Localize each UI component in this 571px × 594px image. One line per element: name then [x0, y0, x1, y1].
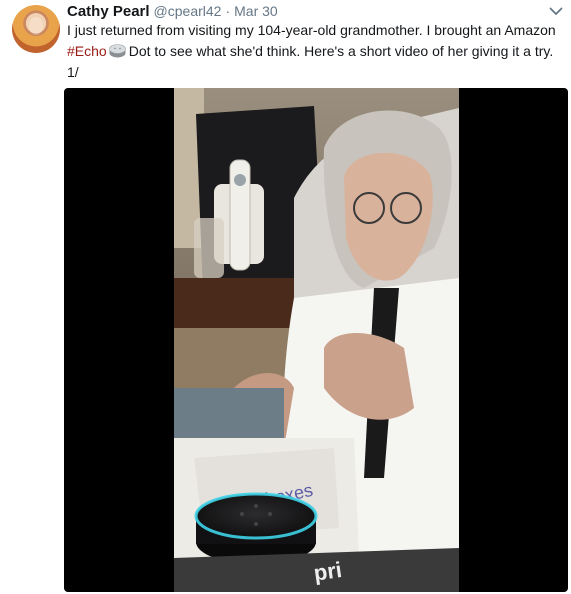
author-handle[interactable]: @cpearl42	[154, 1, 222, 21]
tweet-text-line-2: Dot to see what she'd think. Here's a sh…	[128, 43, 554, 59]
tweet-date[interactable]: Mar 30	[234, 1, 278, 21]
chevron-down-icon[interactable]	[547, 2, 565, 20]
echo-dot-emoji-icon	[108, 43, 126, 58]
avatar[interactable]	[12, 5, 60, 53]
video-still: mailboxes pri	[174, 88, 459, 592]
avatar-highlight	[29, 17, 43, 35]
tweet-header: Cathy Pearl @cpearl42 · Mar 30	[67, 1, 559, 21]
video-frame: mailboxes pri	[174, 88, 459, 592]
tweet-text: I just returned from visiting my 104-yea…	[67, 20, 563, 83]
video-player[interactable]: mailboxes pri	[64, 88, 568, 592]
hashtag-echo[interactable]: #Echo	[67, 43, 107, 59]
author-name[interactable]: Cathy Pearl	[67, 2, 150, 22]
header-separator: ·	[225, 3, 231, 19]
tweet: Cathy Pearl @cpearl42 · Mar 30 I just re…	[0, 0, 571, 594]
tweet-text-line-1: I just returned from visiting my 104-yea…	[67, 22, 556, 38]
thread-index: 1/	[67, 64, 79, 80]
svg-text:pri: pri	[312, 557, 343, 586]
